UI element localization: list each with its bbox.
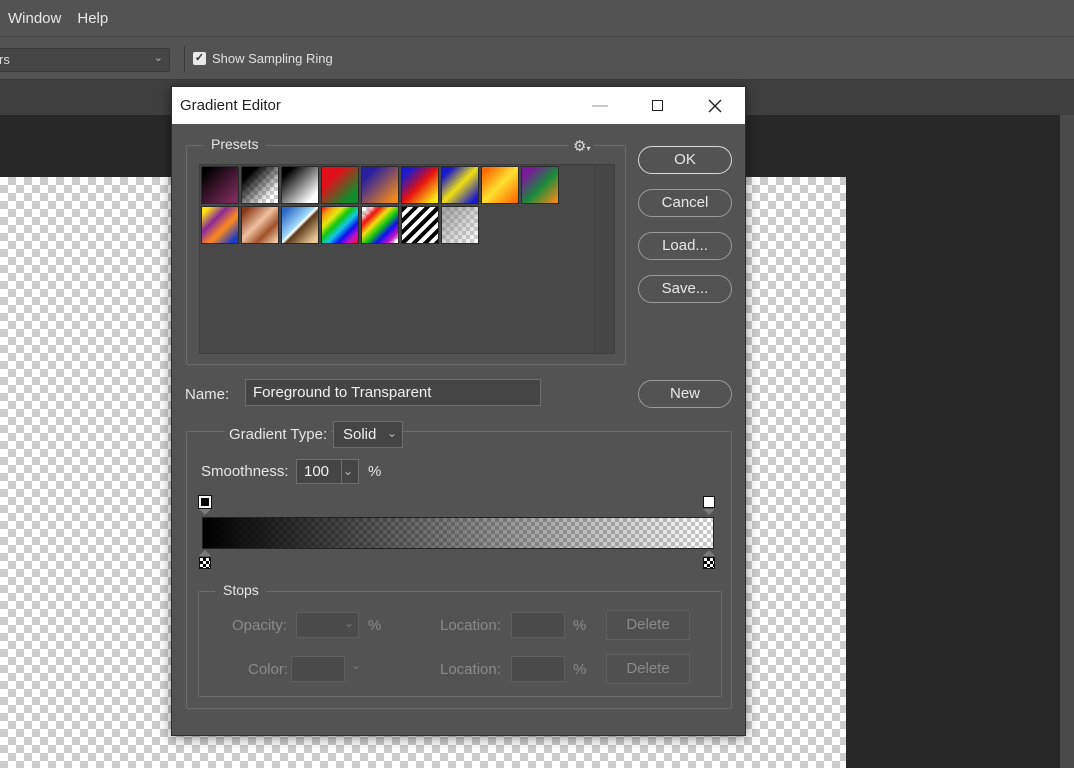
dialog-titlebar[interactable]: Gradient Editor — bbox=[172, 87, 745, 124]
smoothness-input[interactable]: 100 ⌄ bbox=[296, 459, 359, 484]
stop-pointer bbox=[703, 550, 715, 556]
preset-swatch-violet-green-orange[interactable] bbox=[521, 166, 559, 204]
gradient-editor-dialog: Gradient Editor — Presets ⚙▾ OK Cancel L… bbox=[171, 86, 746, 736]
smoothness-label: Smoothness: bbox=[201, 463, 289, 480]
color-delete-button: Delete bbox=[606, 654, 690, 684]
opacity-percent: % bbox=[368, 617, 382, 634]
stop-pointer bbox=[199, 550, 211, 556]
options-divider bbox=[184, 46, 185, 72]
preset-swatch-yellow-violet-orange-blue[interactable] bbox=[201, 206, 239, 244]
minimize-button[interactable]: — bbox=[577, 87, 623, 124]
preset-swatch-violet-orange[interactable] bbox=[361, 166, 399, 204]
sample-select[interactable]: rs ⌄ bbox=[0, 48, 170, 72]
gear-icon[interactable]: ⚙▾ bbox=[569, 137, 595, 155]
sample-select-value: rs bbox=[0, 52, 10, 67]
preset-swatch-black-white[interactable] bbox=[281, 166, 319, 204]
preset-swatch-neutral-density[interactable] bbox=[441, 206, 479, 244]
preset-swatch-transparent-stripes[interactable] bbox=[401, 206, 439, 244]
gradient-preview-bar[interactable] bbox=[202, 517, 714, 549]
smoothness-percent: % bbox=[368, 463, 382, 480]
chevron-down-icon: ⌄ bbox=[343, 616, 354, 630]
preset-swatch-foreground-to-background[interactable] bbox=[201, 166, 239, 204]
show-sampling-ring-label: Show Sampling Ring bbox=[212, 51, 333, 66]
opacity-stop-left[interactable] bbox=[198, 495, 212, 516]
opacity-input: ⌄ bbox=[296, 612, 359, 638]
color-stop-left[interactable] bbox=[199, 550, 211, 570]
dialog-title: Gradient Editor bbox=[180, 97, 281, 114]
maximize-button[interactable] bbox=[634, 87, 680, 124]
gradient-type-select[interactable]: Solid ⌄ bbox=[333, 421, 403, 448]
cancel-button[interactable]: Cancel bbox=[638, 189, 732, 217]
menu-bar: Window Help bbox=[0, 0, 1074, 36]
gradient-type-value: Solid bbox=[343, 426, 377, 443]
menu-help[interactable]: Help bbox=[69, 10, 116, 27]
show-sampling-ring-checkbox[interactable]: ✓ bbox=[193, 52, 206, 65]
gradient-type-label: Gradient Type: bbox=[225, 426, 332, 443]
preset-list[interactable] bbox=[199, 164, 615, 354]
close-icon bbox=[708, 99, 722, 113]
stops-label: Stops bbox=[215, 582, 267, 598]
preset-swatch-blue-yellow-blue[interactable] bbox=[441, 166, 479, 204]
opacity-location-percent: % bbox=[573, 617, 587, 634]
preset-swatch-chrome[interactable] bbox=[281, 206, 319, 244]
close-button[interactable] bbox=[692, 87, 738, 124]
color-swatch-input bbox=[291, 656, 345, 682]
smoothness-divider bbox=[341, 460, 342, 483]
presets-group: Presets ⚙▾ bbox=[186, 136, 626, 365]
ok-button[interactable]: OK bbox=[638, 146, 732, 174]
menu-window[interactable]: Window bbox=[0, 10, 69, 27]
preset-swatch-foreground-to-transparent[interactable] bbox=[241, 166, 279, 204]
opacity-stop-swatch bbox=[703, 496, 715, 508]
vertical-scrollbar[interactable] bbox=[1060, 115, 1074, 768]
opacity-label: Opacity: bbox=[232, 617, 288, 634]
chevron-down-icon: ⌄ bbox=[386, 426, 397, 440]
stop-pointer bbox=[703, 509, 715, 515]
opacity-location-label: Location: bbox=[440, 617, 501, 634]
opacity-location-input bbox=[511, 612, 565, 638]
opacity-stop-right[interactable] bbox=[703, 496, 715, 516]
preset-swatch-copper[interactable] bbox=[241, 206, 279, 244]
opacity-stop-swatch bbox=[198, 495, 212, 509]
preset-swatch-red-green[interactable] bbox=[321, 166, 359, 204]
preset-scrollbar[interactable] bbox=[594, 165, 614, 353]
color-stop-right[interactable] bbox=[703, 550, 715, 570]
name-field[interactable]: Foreground to Transparent bbox=[245, 379, 541, 406]
load-button[interactable]: Load... bbox=[638, 232, 732, 260]
color-location-percent: % bbox=[573, 661, 587, 678]
color-stop-swatch bbox=[199, 557, 211, 569]
preset-swatch-orange-yellow-orange[interactable] bbox=[481, 166, 519, 204]
opacity-delete-button: Delete bbox=[606, 610, 690, 640]
preset-swatch-spectrum[interactable] bbox=[321, 206, 359, 244]
preset-swatch-transparent-rainbow[interactable] bbox=[361, 206, 399, 244]
maximize-icon bbox=[651, 100, 663, 112]
new-button[interactable]: New bbox=[638, 380, 732, 408]
stop-pointer bbox=[199, 509, 211, 515]
chevron-down-icon: ⌄ bbox=[351, 658, 362, 672]
chevron-down-icon: ⌄ bbox=[153, 52, 163, 64]
color-location-input bbox=[511, 656, 565, 682]
color-label: Color: bbox=[248, 661, 289, 678]
options-bar: rs ⌄ bbox=[0, 36, 1074, 80]
color-stop-swatch bbox=[703, 557, 715, 569]
save-button[interactable]: Save... bbox=[638, 275, 732, 303]
color-location-label: Location: bbox=[440, 661, 501, 678]
name-label: Name: bbox=[185, 386, 230, 403]
chevron-down-icon[interactable]: ⌄ bbox=[343, 464, 353, 478]
smoothness-value: 100 bbox=[304, 463, 330, 480]
presets-label: Presets bbox=[203, 136, 267, 152]
preset-swatch-blue-red-yellow[interactable] bbox=[401, 166, 439, 204]
